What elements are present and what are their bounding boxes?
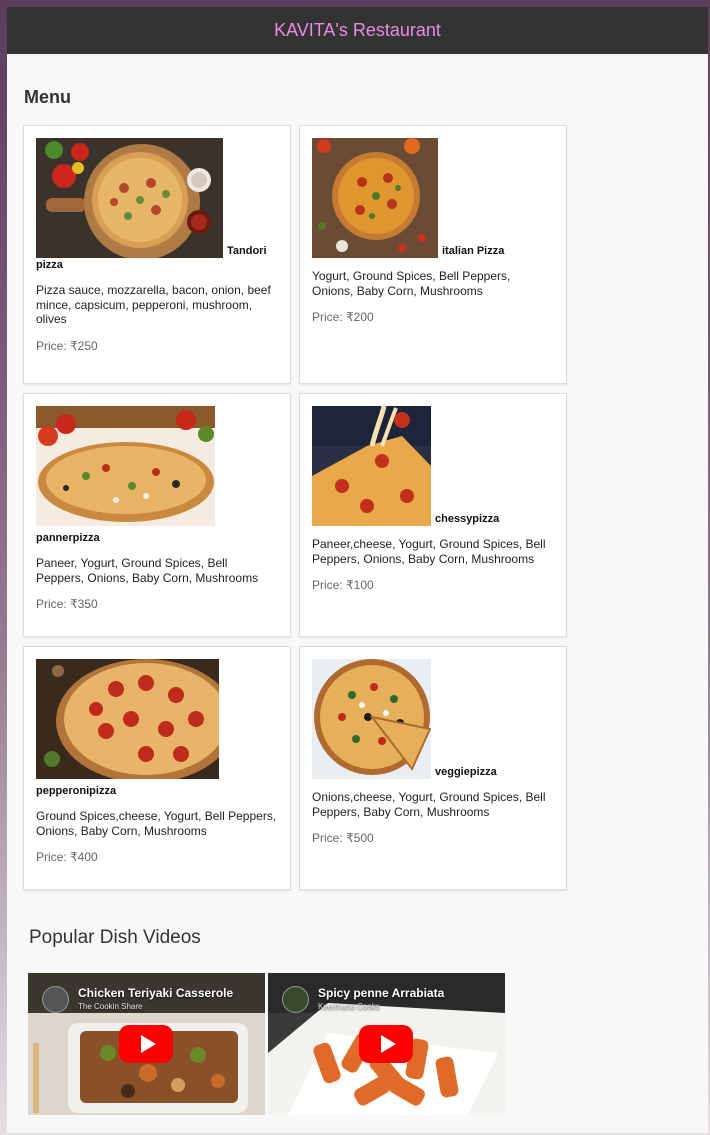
menu-card-pepperonipizza: pepperonipizza Ground Spices,cheese, Yog… <box>23 646 291 890</box>
chessypizza-name: chessypizza <box>435 513 500 525</box>
chessypizza-price: Price: ₹100 <box>312 578 374 592</box>
veggiepizza-desc: Onions,cheese, Yogurt, Ground Spices, Be… <box>312 790 546 819</box>
channel-avatar <box>282 986 309 1013</box>
video-2-title: Spicy penne Arrabiata <box>318 986 445 1000</box>
restaurant-title[interactable]: KAVITA's Restaurant <box>274 20 441 41</box>
menu-card-italian-pizza: italian Pizza Yogurt, Ground Spices, Bel… <box>299 125 567 384</box>
pannerpizza-desc: Paneer, Yogurt, Ground Spices, Bell Pepp… <box>36 556 259 585</box>
channel-avatar <box>42 986 69 1013</box>
play-button-icon[interactable] <box>359 1025 413 1063</box>
italian-pizza-name: italian Pizza <box>442 245 505 257</box>
chessypizza-image <box>312 406 431 526</box>
pepperonipizza-price: Price: ₹400 <box>36 850 98 864</box>
italian-pizza-desc: Yogurt, Ground Spices, Bell Peppers, Oni… <box>312 269 511 298</box>
menu-card-tandori-pizza: Tandori pizza Pizza sauce, mozzarella, b… <box>23 125 291 384</box>
play-button-icon[interactable] <box>119 1025 173 1063</box>
italian-pizza-price: Price: ₹200 <box>312 310 374 324</box>
top-bar: KAVITA's Restaurant <box>7 7 708 54</box>
pannerpizza-name: pannerpizza <box>36 532 100 544</box>
pepperonipizza-desc: Ground Spices,cheese, Yogurt, Bell Peppe… <box>36 809 277 838</box>
tandori-pizza-desc: Pizza sauce, mozzarella, bacon, onion, b… <box>36 283 271 326</box>
video-chicken-teriyaki[interactable]: Chicken Teriyaki Casserole The Cookin Sh… <box>28 973 265 1115</box>
menu-card-pannerpizza: pannerpizza Paneer, Yogurt, Ground Spice… <box>23 393 291 637</box>
pannerpizza-price: Price: ₹350 <box>36 597 98 611</box>
video-2-channel: Keerthana Cooks <box>318 1002 380 1011</box>
veggiepizza-name: veggiepizza <box>435 766 497 778</box>
video-spicy-penne[interactable]: Spicy penne Arrabiata Keerthana Cooks <box>268 973 505 1115</box>
veggiepizza-image <box>312 659 431 779</box>
video-1-title: Chicken Teriyaki Casserole <box>78 986 234 1000</box>
menu-heading: Menu <box>24 87 71 107</box>
menu-card-chessypizza: chessypizza Paneer,cheese, Yogurt, Groun… <box>299 393 567 637</box>
veggiepizza-price: Price: ₹500 <box>312 831 374 845</box>
menu-card-veggiepizza: veggiepizza Onions,cheese, Yogurt, Groun… <box>299 646 567 890</box>
popular-videos-heading: Popular Dish Videos <box>29 927 201 948</box>
video-1-channel: The Cookin Share <box>78 1002 143 1011</box>
tandori-pizza-image <box>36 138 223 258</box>
chessypizza-desc: Paneer,cheese, Yogurt, Ground Spices, Be… <box>312 537 546 566</box>
pepperonipizza-name: pepperonipizza <box>36 785 117 797</box>
pepperonipizza-image <box>36 659 219 779</box>
page: KAVITA's Restaurant Menu Tandori pizza P… <box>7 7 708 1133</box>
tandori-pizza-price: Price: ₹250 <box>36 338 98 353</box>
pannerpizza-image <box>36 406 215 526</box>
italian-pizza-image <box>312 138 438 258</box>
